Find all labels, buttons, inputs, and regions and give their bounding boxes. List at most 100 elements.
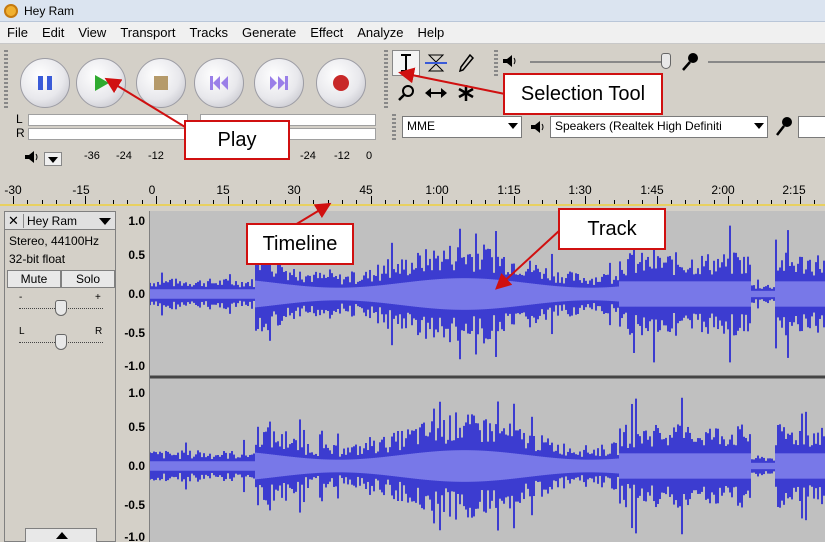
track-menu-chevron-down-icon[interactable]: [99, 218, 111, 225]
stop-button[interactable]: [136, 58, 186, 108]
timeline-tick: [513, 196, 515, 204]
menu-file[interactable]: File: [0, 25, 35, 40]
timeline-tick: [756, 200, 758, 204]
vruler-label: 0.5: [128, 248, 145, 262]
timeline-tick: [713, 200, 715, 204]
timeline-tick: [685, 200, 687, 204]
envelope-tool[interactable]: [422, 50, 450, 76]
timeline-tick: [55, 200, 57, 204]
collapse-track-button[interactable]: [25, 528, 97, 542]
solo-button[interactable]: Solo: [61, 270, 115, 288]
track-name-bar: ✕ Hey Ram: [5, 212, 115, 230]
timeline-tick: [542, 200, 544, 204]
audio-host-select[interactable]: MME: [402, 116, 522, 138]
vruler-label: -0.5: [124, 326, 145, 340]
timeline-tick: [213, 200, 215, 204]
timeline-tick: [442, 196, 443, 204]
timeline-label: 2:00: [711, 183, 735, 197]
selection-tool[interactable]: [392, 50, 420, 76]
timeline-label: 0: [148, 183, 156, 197]
timeline-tick: [198, 200, 200, 204]
draw-tool[interactable]: [452, 50, 480, 76]
menu-edit[interactable]: Edit: [35, 25, 71, 40]
vruler-label: 0.0: [128, 459, 145, 473]
timeline-tick: [613, 200, 615, 204]
mixer-grip[interactable]: [494, 50, 498, 78]
timeline-label: 2:15: [782, 183, 806, 197]
record-button[interactable]: [316, 58, 366, 108]
chevron-down-icon: [754, 123, 764, 129]
timeline-tick: [484, 200, 486, 204]
timeline-label: -15: [72, 183, 90, 197]
timeline-ruler[interactable]: -30 -15 0 15 30 45 1:00 1:15 1:30 1:45 2…: [0, 176, 825, 206]
vertical-ruler: 1.0 0.5 0.0 -0.5 -1.0 1.0 0.5 0.0 -0.5 -…: [116, 211, 150, 542]
output-device-select[interactable]: Speakers (Realtek High Definiti: [550, 116, 768, 138]
output-volume-slider[interactable]: [530, 61, 670, 63]
input-device-select[interactable]: [798, 116, 825, 138]
timeline-tick: [599, 200, 601, 204]
zoom-tool[interactable]: [392, 80, 420, 106]
playback-meter-right[interactable]: [28, 128, 188, 140]
timeline-tick: [556, 200, 558, 204]
speaker-icon: [503, 55, 516, 67]
tools-grip[interactable]: [384, 50, 388, 110]
menu-generate[interactable]: Generate: [235, 25, 303, 40]
pause-button[interactable]: [20, 58, 70, 108]
vruler-label: 0.5: [128, 420, 145, 434]
timeline-label: 1:45: [640, 183, 664, 197]
menu-transport[interactable]: Transport: [113, 25, 182, 40]
skip-to-start-button[interactable]: [194, 58, 244, 108]
meter-scale-label: -24: [300, 150, 316, 162]
audio-host-value: MME: [407, 119, 435, 133]
play-callout: Play: [184, 120, 290, 160]
meter-options-dropdown[interactable]: [44, 152, 62, 166]
gain-slider-thumb[interactable]: [55, 300, 67, 316]
title-bar: Hey Ram: [0, 0, 825, 22]
menu-effect[interactable]: Effect: [303, 25, 350, 40]
skip-start-icon: [210, 76, 228, 90]
timeline-tick: [227, 196, 229, 204]
pan-slider-thumb[interactable]: [55, 334, 67, 350]
meter-left-label: L: [16, 112, 23, 126]
timeline-tick: [770, 200, 772, 204]
output-volume-thumb[interactable]: [661, 53, 671, 69]
timeline-tick: [785, 200, 787, 204]
timeline-tick: [356, 200, 358, 204]
menu-analyze[interactable]: Analyze: [350, 25, 410, 40]
time-shift-tool[interactable]: [422, 80, 450, 106]
playback-meter-left[interactable]: [28, 114, 188, 126]
menu-help[interactable]: Help: [410, 25, 451, 40]
timeline-tick: [241, 200, 243, 204]
menu-tracks[interactable]: Tracks: [182, 25, 235, 40]
skip-to-end-button[interactable]: [254, 58, 304, 108]
timeline-tick: [728, 196, 729, 204]
close-track-icon[interactable]: ✕: [8, 213, 19, 229]
double-arrow-icon: [425, 88, 447, 98]
device-grip[interactable]: [392, 114, 396, 140]
timeline-tick: [98, 200, 100, 204]
timeline-tick: [742, 200, 744, 204]
timeline-tick: [327, 200, 329, 204]
selection-tool-callout: Selection Tool: [503, 73, 663, 115]
i-beam-icon: [401, 54, 411, 72]
pause-icon: [38, 76, 52, 90]
menu-view[interactable]: View: [71, 25, 113, 40]
track-callout: Track: [558, 208, 666, 250]
track-name-button[interactable]: Hey Ram: [23, 214, 77, 228]
timeline-tick: [527, 200, 529, 204]
timeline-label: 1:30: [568, 183, 592, 197]
device-toolbar: MME Speakers (Realtek High Definiti: [388, 114, 825, 144]
input-volume-slider[interactable]: [708, 61, 825, 63]
timeline-tick: [670, 200, 672, 204]
stop-icon: [154, 76, 168, 90]
mute-button[interactable]: Mute: [7, 270, 61, 288]
play-button[interactable]: [76, 58, 126, 108]
pan-right-label: R: [95, 326, 103, 337]
multi-tool[interactable]: [452, 80, 480, 106]
gain-minus-label: -: [19, 292, 23, 303]
timeline-tick: [256, 200, 258, 204]
timeline-tick: [399, 200, 401, 204]
meter-scale-label: 0: [366, 150, 373, 162]
timeline-tick: [41, 200, 43, 204]
timeline-tick: [156, 196, 157, 204]
